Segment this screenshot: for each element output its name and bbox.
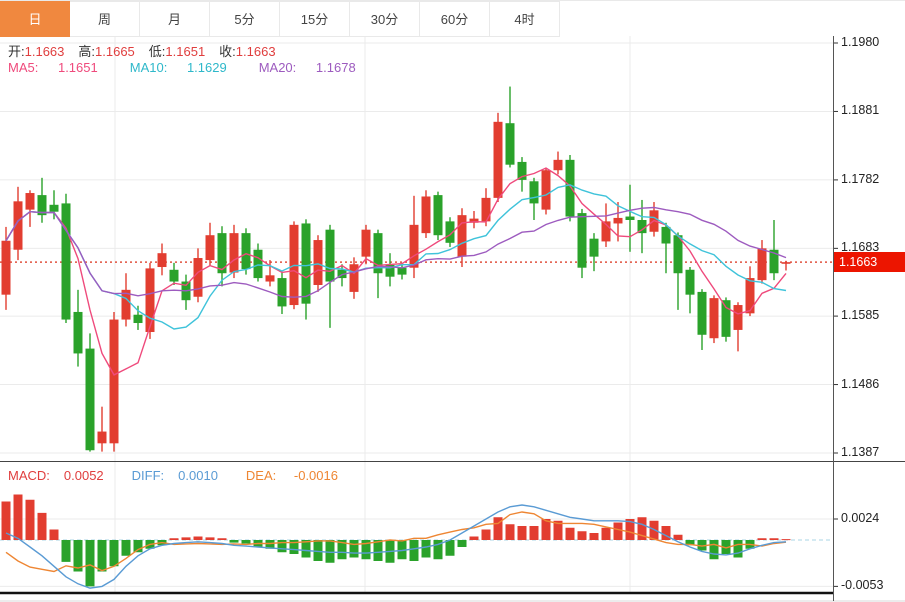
- low-value: 1.1651: [165, 44, 205, 59]
- macd-legend: MACD:0.0052 DIFF:0.0010 DEA: -0.0016: [8, 468, 366, 483]
- ma5-legend: MA5: 1.1651: [8, 60, 114, 75]
- macd-tick-0: 0.0024: [841, 511, 879, 525]
- price-tick-0: 1.1980: [841, 35, 879, 49]
- price-tick-4: 1.1585: [841, 308, 879, 322]
- tab-15min[interactable]: 15分: [280, 1, 350, 37]
- low-label: 低:: [149, 44, 166, 59]
- tab-60min[interactable]: 60分: [420, 1, 490, 37]
- candlestick-chart-canvas[interactable]: [0, 0, 905, 602]
- open-label: 开:: [8, 44, 25, 59]
- tab-week[interactable]: 周: [70, 1, 140, 37]
- close-label: 收:: [219, 44, 236, 59]
- dea-value: DEA: -0.0016: [246, 468, 352, 483]
- macd-tick-1: -0.0053: [841, 578, 883, 592]
- tab-30min[interactable]: 30分: [350, 1, 420, 37]
- tab-day[interactable]: 日: [0, 1, 70, 37]
- price-tick-5: 1.1486: [841, 377, 879, 391]
- high-value: 1.1665: [95, 44, 135, 59]
- open-value: 1.1663: [25, 44, 65, 59]
- close-value: 1.1663: [236, 44, 276, 59]
- ma10-legend: MA10: 1.1629: [130, 60, 243, 75]
- ohlc-legend: 开:1.1663高:1.1665低:1.1651收:1.1663: [8, 41, 290, 60]
- current-price-badge: 1.1663: [834, 252, 905, 272]
- kline-chart-app: 日 周 月 5分 15分 30分 60分 4时 开:1.1663高:1.1665…: [0, 0, 905, 602]
- ma20-legend: MA20: 1.1678: [259, 60, 372, 75]
- tab-month[interactable]: 月: [140, 1, 210, 37]
- tab-5min[interactable]: 5分: [210, 1, 280, 37]
- macd-value: MACD:0.0052: [8, 468, 118, 483]
- diff-value: DIFF:0.0010: [132, 468, 232, 483]
- timeframe-tabbar: 日 周 月 5分 15分 30分 60分 4时: [0, 0, 905, 36]
- price-tick-2: 1.1782: [841, 172, 879, 186]
- price-tick-1: 1.1881: [841, 103, 879, 117]
- ma-legend: MA5: 1.1651 MA10: 1.1629 MA20: 1.1678: [8, 60, 388, 75]
- high-label: 高:: [78, 44, 95, 59]
- tab-4hour[interactable]: 4时: [490, 1, 560, 37]
- price-tick-6: 1.1387: [841, 445, 879, 459]
